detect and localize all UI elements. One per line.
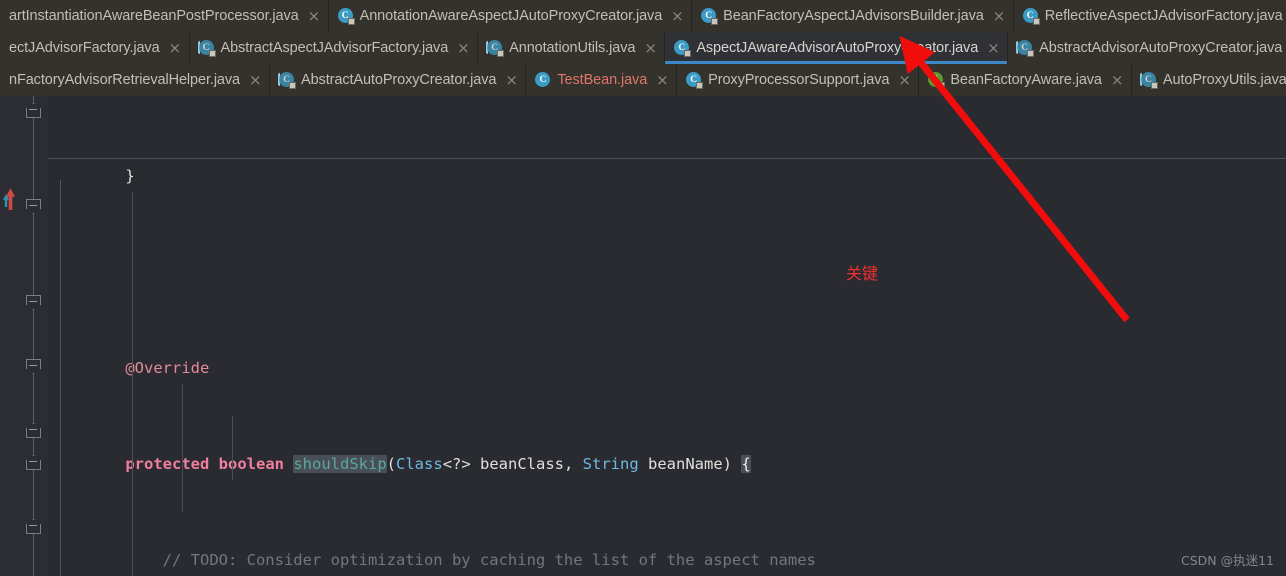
fold-marker[interactable]	[26, 199, 41, 214]
code-line[interactable]: // TODO: Consider optimization by cachin…	[48, 544, 1286, 576]
editor-tab-label: BeanFactoryAspectJAdvisorsBuilder.java	[723, 8, 984, 24]
close-icon[interactable]: ×	[505, 72, 518, 88]
class-icon: C	[686, 72, 704, 89]
fold-marker[interactable]	[26, 295, 41, 310]
class-icon: C	[701, 8, 719, 25]
code-editor[interactable]: } @Override protected boolean shouldSkip…	[0, 96, 1286, 576]
fold-marker[interactable]	[26, 455, 41, 470]
close-icon[interactable]: ×	[1111, 72, 1124, 88]
code-line[interactable]: }	[48, 160, 1286, 192]
editor-tab-row-1: ectJAdvisorFactory.java × C AbstractAspe…	[0, 32, 1286, 64]
editor-tab-row-2: nFactoryAdvisorRetrievalHelper.java × C …	[0, 64, 1286, 96]
close-icon[interactable]: ×	[169, 40, 182, 56]
editor-gutter[interactable]	[0, 96, 61, 576]
editor-tab-label: BeanFactoryAware.java	[950, 72, 1102, 88]
close-icon[interactable]: ×	[656, 72, 669, 88]
close-icon[interactable]: ×	[644, 40, 657, 56]
editor-tab-auto-proxy-utils[interactable]: C AutoProxyUtils.java	[1132, 64, 1286, 96]
code-line[interactable]	[48, 256, 1286, 288]
editor-tab-label: TestBean.java	[557, 72, 648, 88]
close-icon[interactable]: ×	[671, 8, 684, 24]
editor-tab-label: AutoProxyUtils.java	[1162, 72, 1286, 88]
overriding-method-icon[interactable]	[3, 186, 17, 212]
close-icon[interactable]: ×	[898, 72, 911, 88]
editor-tab-reflective-aspectj-advisor-factory[interactable]: C ReflectiveAspectJAdvisorFactory.java	[1014, 0, 1286, 32]
editor-tab-aspectj-aware-advisor-auto-proxy-creator[interactable]: C AspectJAwareAdvisorAutoProxyCreator.ja…	[665, 32, 1009, 64]
abstract-class-icon: C	[278, 72, 297, 89]
editor-tab-label: AnnotationUtils.java	[509, 40, 636, 56]
indent-guide	[232, 416, 233, 480]
indent-guide	[132, 192, 133, 576]
close-icon[interactable]: ×	[308, 8, 321, 24]
class-icon: C	[337, 8, 355, 25]
class-icon: C	[1022, 8, 1040, 25]
editor-tab-bar: artInstantiationAwareBeanPostProcessor.j…	[0, 0, 1286, 96]
class-icon: C	[674, 40, 692, 57]
editor-tab-label: artInstantiationAwareBeanPostProcessor.j…	[9, 8, 299, 24]
editor-tab-proxy-processor-support[interactable]: C ProxyProcessorSupport.java ×	[677, 64, 920, 96]
editor-tab-label: nFactoryAdvisorRetrievalHelper.java	[9, 72, 241, 88]
close-icon[interactable]: ×	[249, 72, 262, 88]
editor-tab-label: ectJAdvisorFactory.java	[9, 40, 160, 56]
code-line[interactable]: protected boolean shouldSkip(Class<?> be…	[48, 448, 1286, 480]
code-line[interactable]: @Override	[48, 352, 1286, 384]
editor-tab-label: AnnotationAwareAspectJAutoProxyCreator.j…	[359, 8, 663, 24]
close-icon[interactable]: ×	[993, 8, 1006, 24]
watermark: CSDN @执迷11	[1180, 553, 1274, 568]
annotation-note-key: 关键	[846, 264, 879, 283]
editor-tab-annotation-utils[interactable]: C AnnotationUtils.java ×	[478, 32, 666, 64]
close-icon[interactable]: ×	[987, 40, 1000, 56]
code-content[interactable]: } @Override protected boolean shouldSkip…	[48, 96, 1286, 576]
editor-tab-label: AbstractAutoProxyCreator.java	[301, 72, 497, 88]
interface-icon: I	[928, 72, 946, 89]
fold-marker[interactable]	[26, 359, 41, 374]
editor-tab-label: ProxyProcessorSupport.java	[708, 72, 890, 88]
editor-tab-row-0: artInstantiationAwareBeanPostProcessor.j…	[0, 0, 1286, 32]
editor-tab-abstract-auto-proxy-creator[interactable]: C AbstractAutoProxyCreator.java ×	[270, 64, 527, 96]
close-icon[interactable]: ×	[457, 40, 470, 56]
abstract-class-icon: C	[197, 40, 216, 57]
editor-tab-abstract-advisor-auto-proxy-creator[interactable]: C AbstractAdvisorAutoProxyCreator.java	[1008, 32, 1286, 64]
class-icon: C	[535, 72, 551, 88]
editor-tab-label: AspectJAwareAdvisorAutoProxyCreator.java	[696, 40, 979, 56]
editor-tab-bean-factory-aware[interactable]: I BeanFactoryAware.java ×	[919, 64, 1132, 96]
abstract-class-icon: C	[1139, 72, 1158, 89]
fold-marker[interactable]	[26, 519, 41, 534]
editor-tab-label: AbstractAspectJAdvisorFactory.java	[220, 40, 449, 56]
abstract-class-icon: C	[486, 40, 505, 57]
editor-tab-bean-factory-advisor-retrieval-helper[interactable]: nFactoryAdvisorRetrievalHelper.java ×	[0, 64, 271, 96]
editor-tab-annotation-aware-aspectj-auto-proxy-creator[interactable]: C AnnotationAwareAspectJAutoProxyCreator…	[329, 0, 693, 32]
indent-guide	[182, 384, 183, 512]
fold-marker[interactable]	[26, 103, 41, 118]
fold-region-line	[33, 96, 34, 576]
fold-marker[interactable]	[26, 423, 41, 438]
ide-window: artInstantiationAwareBeanPostProcessor.j…	[0, 0, 1286, 576]
editor-tab-part-instantiation-aware-bean-post-processor[interactable]: artInstantiationAwareBeanPostProcessor.j…	[0, 0, 329, 32]
editor-tab-label: AbstractAdvisorAutoProxyCreator.java	[1039, 40, 1283, 56]
editor-tab-aspectj-advisor-factory[interactable]: ectJAdvisorFactory.java ×	[0, 32, 190, 64]
editor-tab-label: ReflectiveAspectJAdvisorFactory.java	[1044, 8, 1283, 24]
editor-tab-abstract-aspectj-advisor-factory[interactable]: C AbstractAspectJAdvisorFactory.java ×	[190, 32, 479, 64]
editor-tab-bean-factory-aspectj-advisors-builder[interactable]: C BeanFactoryAspectJAdvisorsBuilder.java…	[692, 0, 1014, 32]
abstract-class-icon: C	[1016, 40, 1035, 57]
editor-tab-test-bean[interactable]: C TestBean.java ×	[526, 64, 678, 96]
